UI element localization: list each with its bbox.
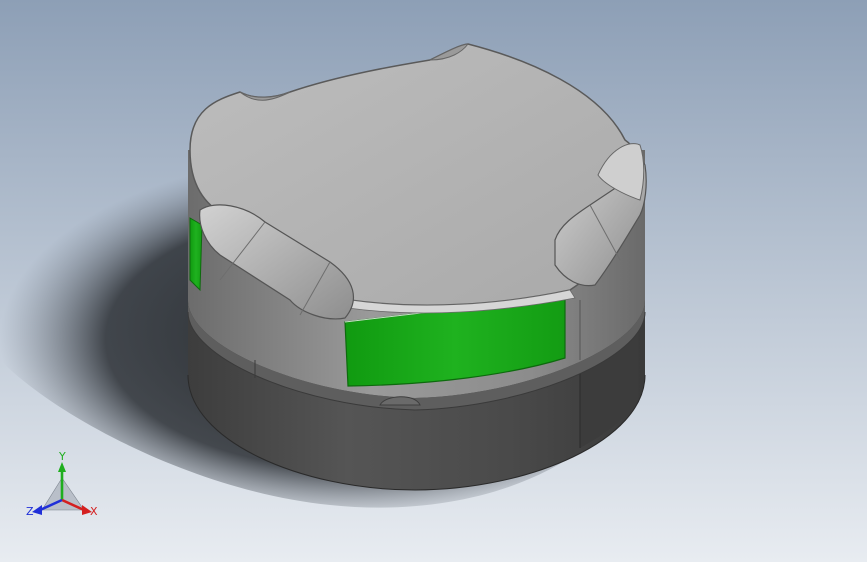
triad-y-label: Y [58,450,66,463]
model-scene[interactable]: Y X Z [0,0,867,562]
graphics-viewport[interactable]: Y X Z [0,0,867,562]
status-window-left [189,217,203,292]
triad-z-label: Z [26,505,34,518]
triad-x-label: X [90,505,98,518]
